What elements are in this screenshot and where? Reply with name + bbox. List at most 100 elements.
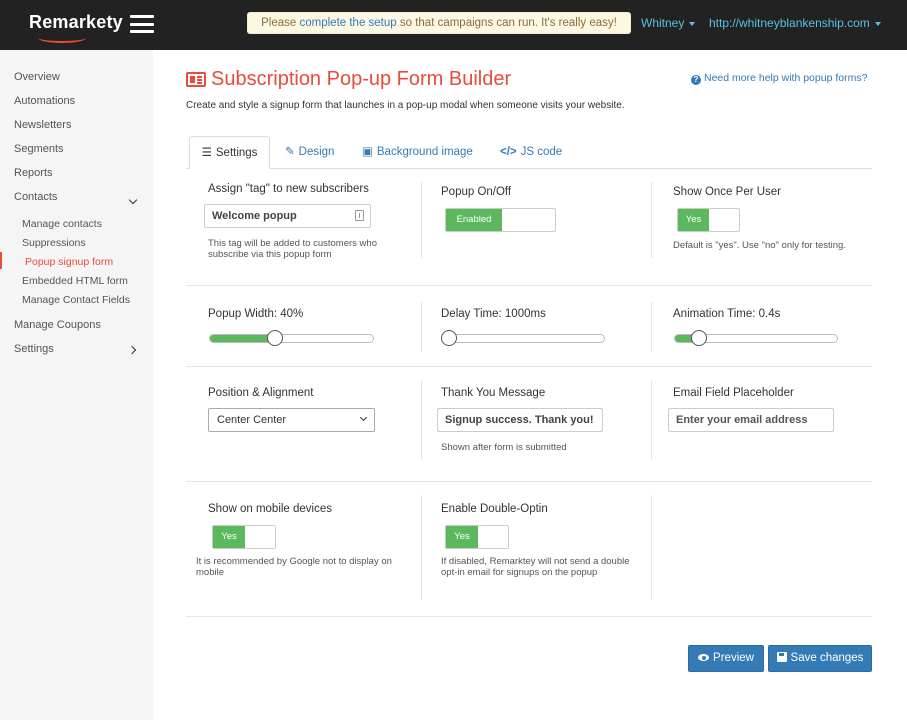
email-placeholder-input[interactable]: Enter your email address <box>668 408 834 432</box>
tab-design[interactable]: ✎ Design <box>285 136 334 169</box>
sidebar-item-embedded-html[interactable]: Embedded HTML form <box>22 275 128 287</box>
sliders-icon: ☰ <box>201 147 212 159</box>
double-optin-help: If disabled, Remarktey will not send a d… <box>441 556 630 578</box>
double-optin-label: Enable Double-Optin <box>441 503 548 515</box>
tab-js-code[interactable]: </> JS code <box>500 136 562 169</box>
show-once-help: Default is "yes". Use "no" only for test… <box>673 240 846 251</box>
row-divider <box>186 616 872 617</box>
tag-input-value: Welcome popup <box>212 210 297 222</box>
sidebar-item-manage-contacts[interactable]: Manage contacts <box>22 218 102 230</box>
column-divider <box>421 182 422 258</box>
popup-onoff-toggle[interactable]: Enabled <box>445 208 556 232</box>
save-changes-button[interactable]: Save changes <box>768 645 872 672</box>
show-once-state: Yes <box>678 209 709 231</box>
email-placeholder-value: Enter your email address <box>676 414 808 426</box>
animation-time-label: Animation Time: 0.4s <box>673 308 781 320</box>
caret-down-icon <box>874 21 881 26</box>
tag-input[interactable]: Welcome popup <box>204 204 371 228</box>
notice-text-before: Please <box>261 17 300 29</box>
position-select[interactable]: Center Center <box>208 408 375 432</box>
tab-settings[interactable]: ☰ Settings <box>189 136 270 169</box>
sidebar-item-overview[interactable]: Overview <box>14 71 60 83</box>
email-placeholder-label: Email Field Placeholder <box>673 387 794 399</box>
tab-background-image[interactable]: ▣ Background image <box>362 136 473 169</box>
menu-toggle-icon[interactable] <box>130 15 154 33</box>
column-divider <box>651 302 652 352</box>
column-divider <box>651 380 652 460</box>
edit-icon: ✎ <box>285 146 295 158</box>
sidebar-item-contacts[interactable]: Contacts <box>14 191 57 203</box>
tag-label: Assign "tag" to new subscribers <box>208 183 369 195</box>
sidebar-item-automations[interactable]: Automations <box>14 95 75 107</box>
complete-setup-link[interactable]: complete the setup <box>300 17 397 29</box>
sidebar-item-popup-signup[interactable]: Popup signup form <box>25 256 113 268</box>
form-icon <box>186 72 206 87</box>
mobile-help: It is recommended by Google not to displ… <box>196 556 392 578</box>
question-circle-icon: ? <box>691 75 701 85</box>
column-divider <box>421 380 422 460</box>
top-navbar: Remarkety Please complete the setup so t… <box>0 0 907 50</box>
sidebar-item-manage-fields[interactable]: Manage Contact Fields <box>22 294 130 306</box>
eye-icon <box>698 654 710 661</box>
preview-button[interactable]: Preview <box>688 645 764 672</box>
sidebar-item-newsletters[interactable]: Newsletters <box>14 119 71 131</box>
save-label: Save changes <box>790 652 864 664</box>
thank-you-input[interactable]: Signup success. Thank you! <box>437 408 603 432</box>
remarkety-logo[interactable]: Remarkety <box>29 12 123 33</box>
tab-js-label: JS code <box>520 146 563 158</box>
code-icon: </> <box>500 146 517 158</box>
notice-text-after: so that campaigns can run. It's really e… <box>396 17 617 29</box>
popup-width-label: Popup Width: 40% <box>208 308 304 320</box>
thank-you-help: Shown after form is submitted <box>441 442 567 453</box>
page-title: Subscription Pop-up Form Builder <box>211 68 512 90</box>
animation-time-slider[interactable] <box>674 330 838 346</box>
delay-time-slider[interactable] <box>441 330 605 346</box>
popup-onoff-label: Popup On/Off <box>441 186 512 198</box>
active-indicator <box>0 252 2 269</box>
show-once-label: Show Once Per User <box>673 186 782 198</box>
column-divider <box>651 182 652 258</box>
user-dropdown[interactable]: Whitney <box>641 16 696 30</box>
mobile-toggle[interactable]: Yes <box>212 525 276 549</box>
position-selected: Center Center <box>217 414 287 426</box>
chevron-right-icon[interactable] <box>127 345 137 355</box>
caret-down-icon <box>689 21 696 26</box>
sidebar-item-manage-coupons[interactable]: Manage Coupons <box>14 319 101 331</box>
chevron-down-icon <box>359 413 368 422</box>
site-url: http://whitneyblankenship.com <box>709 16 870 30</box>
help-link-text: Need more help with popup forms? <box>704 72 868 84</box>
row-divider <box>186 285 872 286</box>
tab-design-label: Design <box>298 146 335 158</box>
mobile-state: Yes <box>213 526 245 548</box>
setup-notice: Please complete the setup so that campai… <box>247 12 631 34</box>
column-divider <box>421 302 422 352</box>
popup-width-handle[interactable] <box>267 330 283 346</box>
thank-you-value: Signup success. Thank you! <box>445 414 594 426</box>
chevron-down-icon[interactable] <box>128 195 138 205</box>
mobile-label: Show on mobile devices <box>208 503 333 515</box>
page-subtitle: Create and style a signup form that laun… <box>186 100 625 111</box>
thank-you-label: Thank You Message <box>441 387 546 399</box>
delay-time-label: Delay Time: 1000ms <box>441 308 546 320</box>
tag-help: This tag will be added to customers who … <box>208 238 377 260</box>
user-name: Whitney <box>641 16 685 30</box>
sidebar-item-suppressions[interactable]: Suppressions <box>22 237 86 249</box>
sidebar-item-reports[interactable]: Reports <box>14 167 53 179</box>
row-divider <box>186 481 872 482</box>
preview-label: Preview <box>713 652 754 664</box>
column-divider <box>651 495 652 600</box>
animation-time-handle[interactable] <box>691 330 707 346</box>
delay-time-handle[interactable] <box>441 330 457 346</box>
help-link[interactable]: ? Need more help with popup forms? <box>691 72 867 85</box>
popup-width-slider[interactable] <box>209 330 374 346</box>
clipboard-icon <box>355 210 364 221</box>
sidebar-item-segments[interactable]: Segments <box>14 143 64 155</box>
site-dropdown[interactable]: http://whitneyblankenship.com <box>709 16 881 30</box>
sidebar: Overview Automations Newsletters Segment… <box>0 50 153 720</box>
double-optin-toggle[interactable]: Yes <box>445 525 509 549</box>
show-once-toggle[interactable]: Yes <box>677 208 740 232</box>
row-divider <box>186 366 872 367</box>
sidebar-item-settings[interactable]: Settings <box>14 343 54 355</box>
position-label: Position & Alignment <box>208 387 314 399</box>
popup-width-fill <box>210 335 275 342</box>
